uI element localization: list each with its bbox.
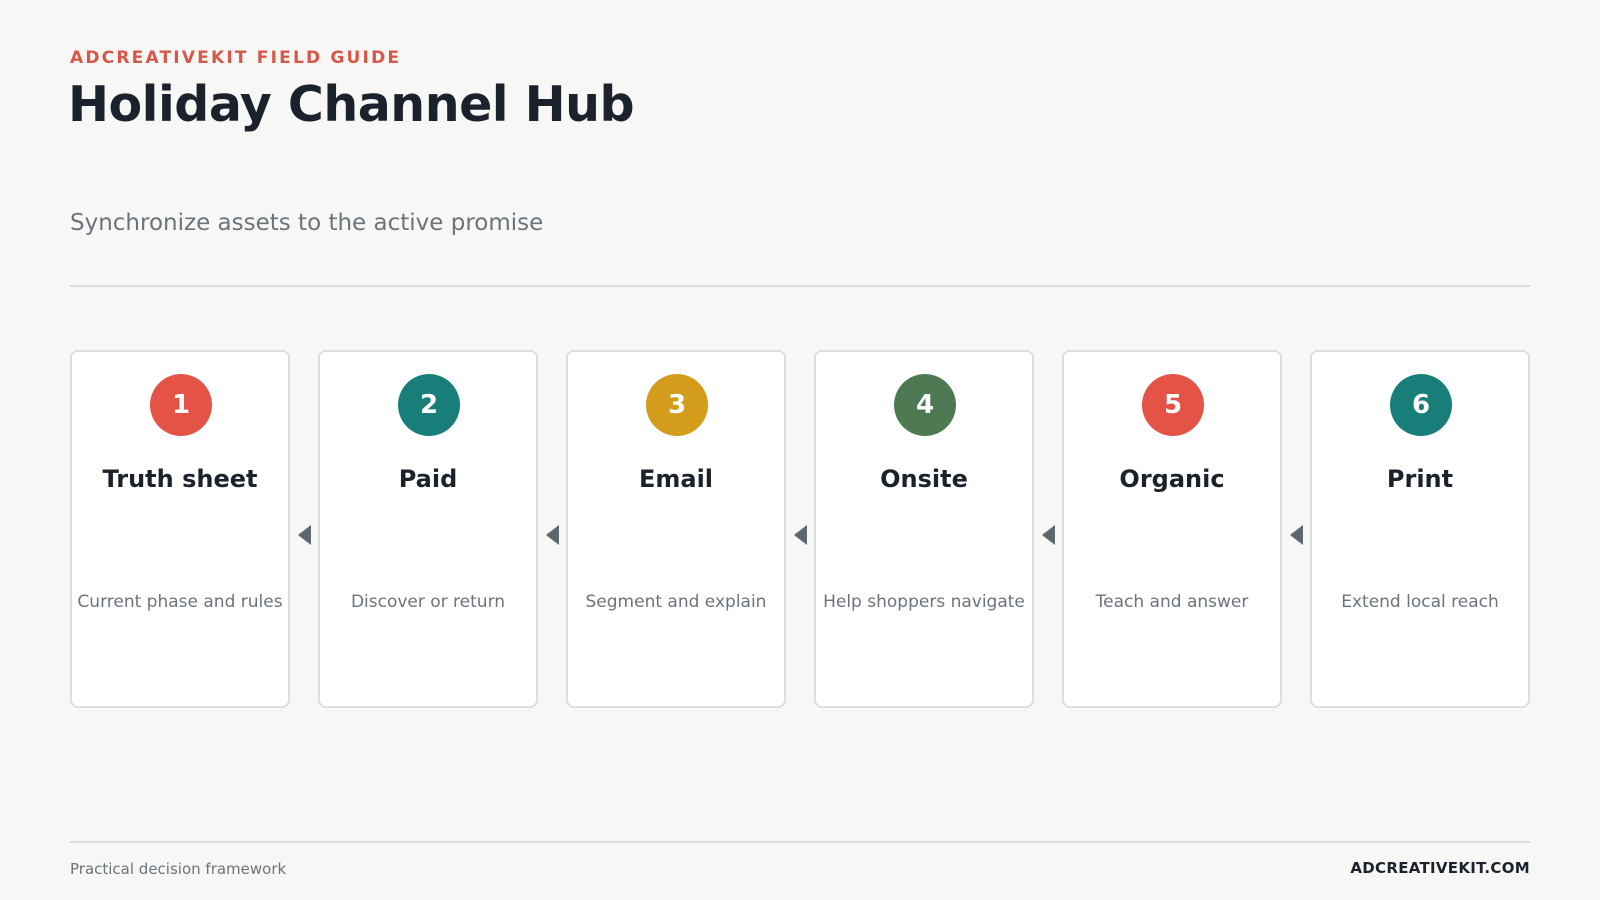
arrow-left-icon — [546, 525, 559, 545]
step-title-3: Email — [638, 465, 714, 493]
page-title: Holiday Channel Hub — [68, 76, 635, 133]
step-description-6: Extend local reach — [1341, 592, 1499, 612]
arrow-left-icon — [298, 525, 311, 545]
step-card-3: 3 Email Segment and explain — [566, 350, 786, 708]
step-card-5: 5 Organic Teach and answer — [1062, 350, 1282, 708]
step-description-5: Teach and answer — [1095, 592, 1249, 612]
step-description-4: Help shoppers navigate — [823, 592, 1025, 612]
step-badge-4: 4 — [894, 374, 956, 436]
arrow-left-icon — [794, 525, 807, 545]
step-card-2: 2 Paid Discover or return — [318, 350, 538, 708]
step-badge-2: 2 — [398, 374, 460, 436]
step-badge-5: 5 — [1142, 374, 1204, 436]
arrow-left-icon — [1042, 525, 1055, 545]
arrow-left-icon — [1290, 525, 1303, 545]
channel-flow: 1 Truth sheet Current phase and rules 2 … — [70, 350, 1530, 710]
step-card-1: 1 Truth sheet Current phase and rules — [70, 350, 290, 708]
step-title-1: Truth sheet — [102, 465, 258, 493]
bottom-divider — [70, 841, 1530, 843]
step-title-6: Print — [1386, 465, 1454, 493]
top-divider — [70, 285, 1530, 287]
step-title-2: Paid — [398, 465, 458, 493]
step-description-2: Discover or return — [350, 592, 506, 612]
step-badge-6: 6 — [1390, 374, 1452, 436]
footer-tagline: Practical decision framework — [70, 860, 287, 878]
step-badge-3: 3 — [646, 374, 708, 436]
step-title-4: Onsite — [880, 465, 968, 493]
footer-brand: ADCREATIVEKIT.COM — [1350, 859, 1530, 877]
step-title-5: Organic — [1119, 465, 1225, 493]
page-subtitle: Synchronize assets to the active promise — [70, 210, 544, 236]
step-card-6: 6 Print Extend local reach — [1310, 350, 1530, 708]
eyebrow-label: ADCREATIVEKIT FIELD GUIDE — [70, 48, 402, 68]
step-description-1: Current phase and rules — [77, 592, 283, 612]
step-description-3: Segment and explain — [585, 592, 767, 612]
step-badge-1: 1 — [150, 374, 212, 436]
step-card-4: 4 Onsite Help shoppers navigate — [814, 350, 1034, 708]
